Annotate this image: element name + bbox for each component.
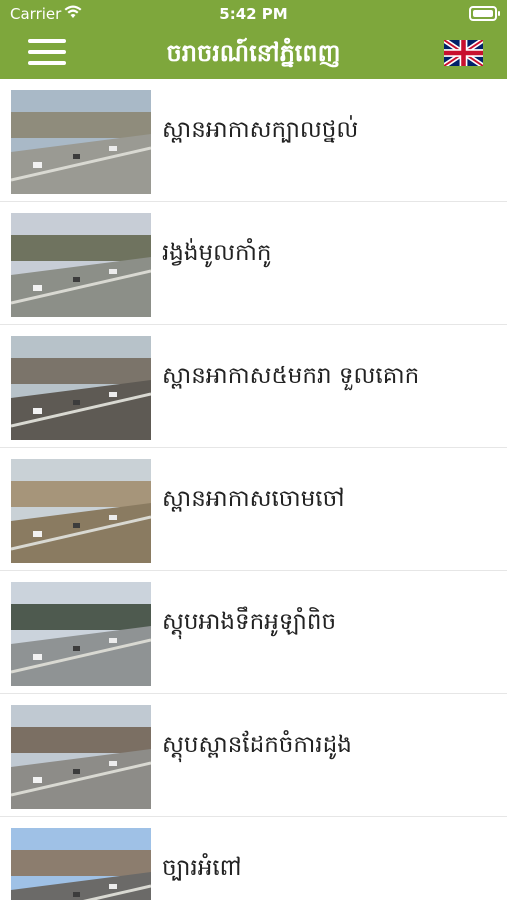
camera-list-item[interactable]: ស្ពានអាកាស៥មករា ទួលគោក (0, 325, 507, 448)
hamburger-line (28, 39, 66, 43)
camera-location-label: ស្ពានអាកាស៥មករា ទួលគោក (162, 363, 420, 389)
camera-location-label: ស្ពានអាកាសក្បាលថ្នល់ (162, 117, 359, 143)
camera-list-item[interactable]: ស្ពានអាកាសចោមចៅ (0, 448, 507, 571)
camera-location-label: ស្តុបអាងទឹកអូឡាំពិច (162, 609, 337, 635)
camera-list-item[interactable]: ស្តុបអាងទឹកអូឡាំពិច (0, 571, 507, 694)
app-header: Carrier 5:42 PM ចរាចរណ៍នៅភ្នំពេញ (0, 0, 507, 79)
camera-thumbnail (11, 90, 151, 194)
status-bar: Carrier 5:42 PM (0, 0, 507, 28)
camera-list-item[interactable]: ស្ពានអាកាសក្បាលថ្នល់ (0, 79, 507, 202)
camera-thumbnail (11, 582, 151, 686)
camera-list-item[interactable]: ស្តុបស្ពានដែកចំការដូង (0, 694, 507, 817)
uk-flag-icon[interactable] (444, 40, 483, 66)
camera-list-item[interactable]: រង្វង់មូលកាំកូ (0, 202, 507, 325)
camera-list-item[interactable]: ច្បារអំពៅ (0, 817, 507, 900)
camera-location-label: រង្វង់មូលកាំកូ (162, 240, 272, 266)
navigation-bar: ចរាចរណ៍នៅភ្នំពេញ (0, 28, 507, 79)
camera-location-label: ច្បារអំពៅ (162, 855, 242, 881)
camera-thumbnail (11, 459, 151, 563)
camera-thumbnail (11, 705, 151, 809)
hamburger-line (28, 61, 66, 65)
camera-thumbnail (11, 336, 151, 440)
camera-thumbnail (11, 213, 151, 317)
camera-location-label: ស្តុបស្ពានដែកចំការដូង (162, 732, 352, 758)
camera-location-label: ស្ពានអាកាសចោមចៅ (162, 486, 345, 512)
hamburger-line (28, 50, 66, 54)
menu-button[interactable] (28, 38, 66, 68)
camera-list: ស្ពានអាកាសក្បាលថ្នល់រង្វង់មូលកាំកូស្ពានអ… (0, 79, 507, 900)
battery-icon (469, 6, 500, 21)
status-time: 5:42 PM (219, 5, 288, 23)
page-title: ចរាចរណ៍នៅភ្នំពេញ (166, 39, 341, 67)
camera-thumbnail (11, 828, 151, 900)
